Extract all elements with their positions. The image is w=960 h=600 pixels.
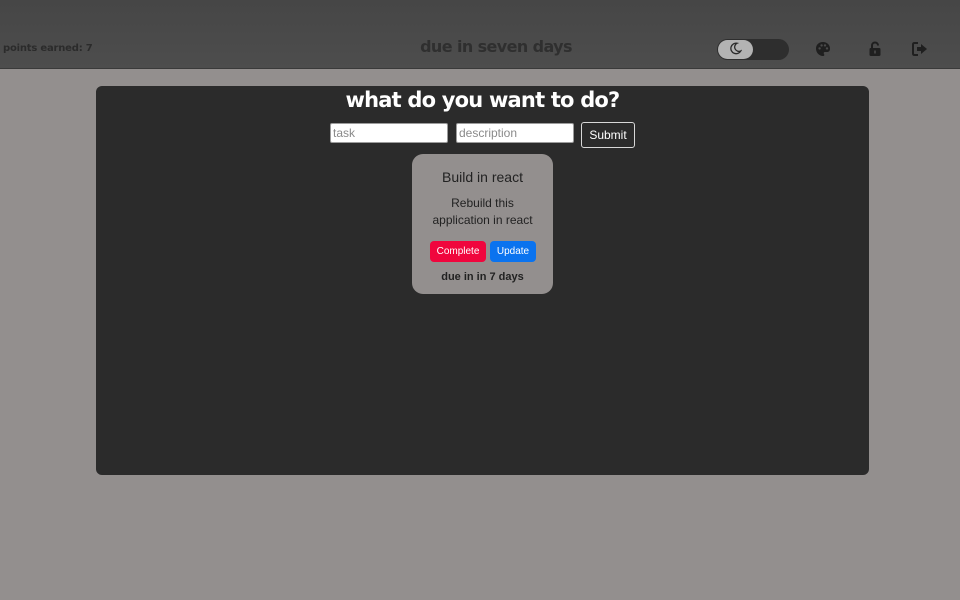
theme-toggle[interactable]: [717, 39, 789, 60]
palette-icon[interactable]: [814, 40, 832, 58]
task-input[interactable]: [330, 123, 448, 143]
moon-icon: [729, 40, 743, 59]
top-navbar: points earned: 7 due in seven days: [0, 0, 960, 69]
description-input[interactable]: [456, 123, 574, 143]
task-card: Build in react Rebuild this application …: [412, 154, 553, 294]
toggle-knob: [718, 40, 753, 59]
task-due-date: due in in 7 days: [441, 271, 524, 283]
logout-icon[interactable]: [911, 40, 929, 58]
submit-button[interactable]: Submit: [581, 122, 635, 148]
panel-heading: what do you want to do?: [345, 88, 621, 112]
task-panel: what do you want to do? Submit Build in …: [96, 86, 869, 475]
update-button[interactable]: Update: [490, 241, 536, 262]
task-title: Build in react: [442, 169, 523, 185]
unlock-icon[interactable]: [866, 40, 884, 58]
complete-button[interactable]: Complete: [430, 241, 486, 262]
task-description: Rebuild this application in react: [432, 196, 533, 227]
